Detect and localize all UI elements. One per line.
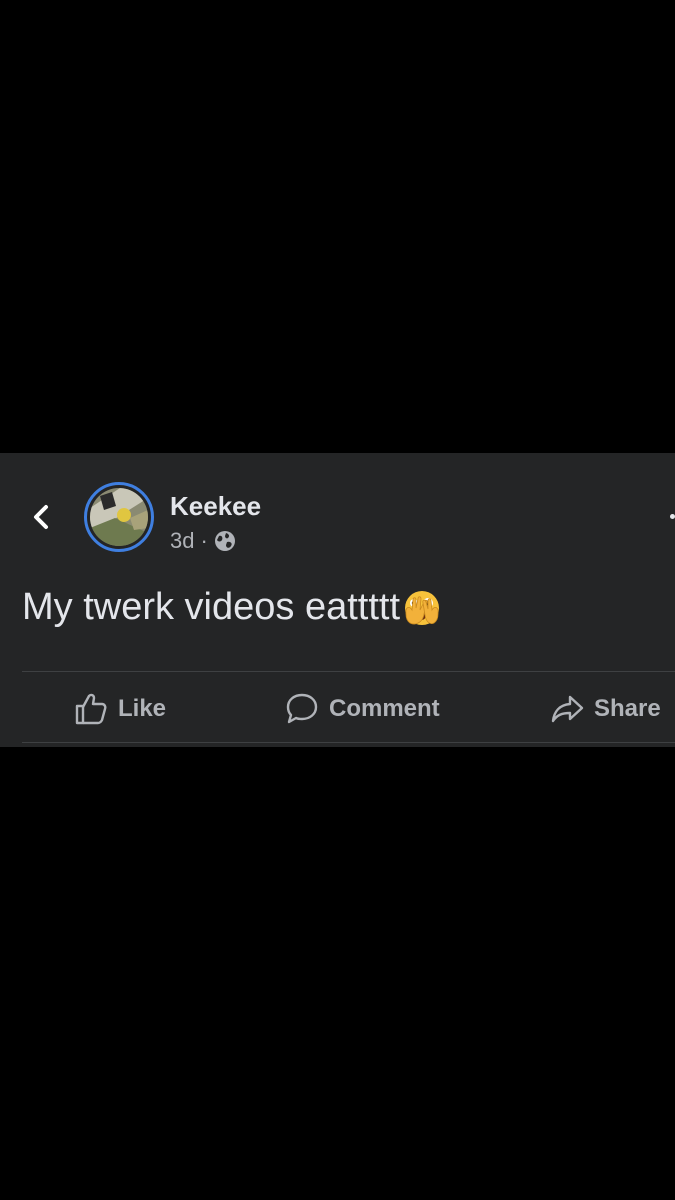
more-options-icon[interactable] xyxy=(670,514,675,519)
speech-bubble-icon xyxy=(286,693,318,724)
meta-separator: · xyxy=(200,528,208,553)
back-button[interactable] xyxy=(26,500,56,534)
actions-divider-top xyxy=(22,671,675,672)
avatar-image xyxy=(90,488,148,546)
face-with-open-eyes-and-hand-over-mouth-emoji-icon xyxy=(405,590,440,625)
share-arrow-icon xyxy=(551,695,584,723)
share-label: Share xyxy=(594,695,661,722)
chevron-left-icon xyxy=(34,505,48,529)
globe-icon xyxy=(214,531,235,551)
comment-button[interactable]: Comment xyxy=(285,689,440,729)
actions-divider-bottom xyxy=(22,742,675,743)
like-button[interactable]: Like xyxy=(74,689,166,729)
profile-avatar[interactable] xyxy=(84,482,154,552)
post-age[interactable]: 3d xyxy=(170,528,194,554)
comment-label: Comment xyxy=(329,695,440,722)
thumbs-up-icon xyxy=(75,693,107,725)
like-label: Like xyxy=(118,695,167,722)
author-name[interactable]: Keekee xyxy=(170,491,261,522)
share-button[interactable]: Share xyxy=(550,689,661,729)
post-text: My twerk videos eattttt xyxy=(22,586,442,629)
post-meta: 3d · xyxy=(170,527,236,555)
post-message: My twerk videos eattttt xyxy=(22,586,401,628)
screenshot-page: Keekee 3d · My twerk videos eattttt Like… xyxy=(0,0,675,1200)
